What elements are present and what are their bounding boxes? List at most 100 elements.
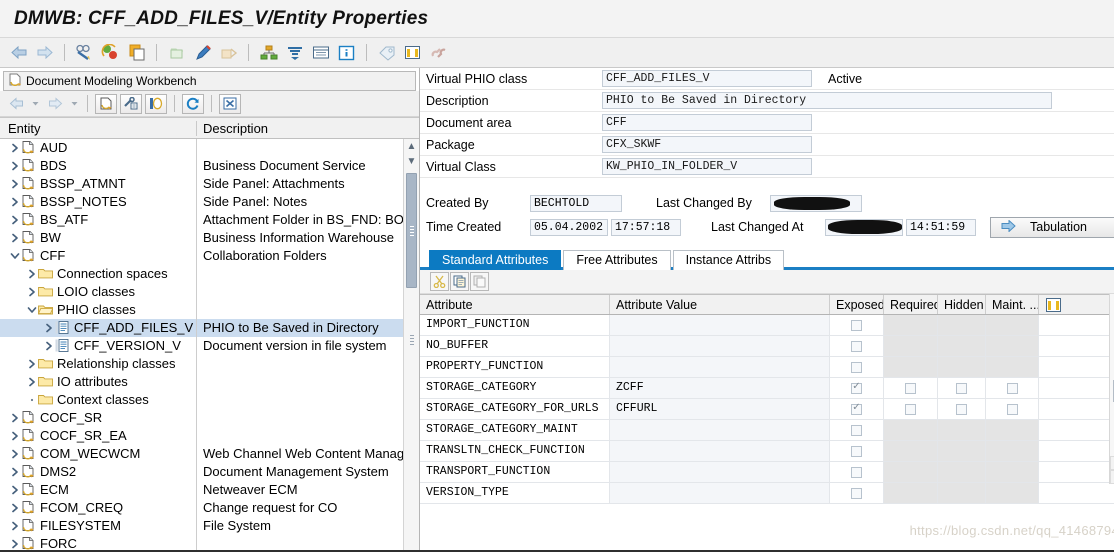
exposed-checkbox-cell[interactable] (830, 420, 884, 440)
maint-checkbox-cell[interactable] (986, 399, 1039, 419)
last-changed-at-date[interactable] (825, 218, 903, 236)
display-change-icon[interactable] (74, 42, 95, 63)
list-icon[interactable] (310, 42, 331, 63)
chevron-down-icon[interactable] (8, 252, 21, 260)
tree-forward-dropdown[interactable] (69, 94, 80, 114)
attribute-value-cell[interactable] (610, 462, 830, 482)
exposed-checkbox-cell[interactable] (830, 336, 884, 356)
table-row[interactable]: STORAGE_CATEGORY_FOR_URLS CFFURL ✓ (420, 399, 1114, 420)
tree-row[interactable]: CFF_VERSION_V Document version in file sy… (0, 337, 419, 355)
checkbox[interactable] (851, 424, 862, 436)
property-value-field[interactable]: CFX_SKWF (602, 136, 812, 153)
tree-row[interactable]: LOIO classes (0, 283, 419, 301)
tree-settings-icon[interactable] (120, 93, 142, 114)
tree-row[interactable]: CFF_ADD_FILES_V PHIO to Be Saved in Direc… (0, 319, 419, 337)
tree-back-icon[interactable] (5, 94, 27, 114)
checkbox[interactable] (956, 382, 967, 394)
tree-forward-icon[interactable] (44, 94, 66, 114)
chevron-right-icon[interactable] (42, 323, 55, 333)
attribute-value-cell[interactable] (610, 441, 830, 461)
cut-icon[interactable] (430, 272, 449, 291)
chevron-right-icon[interactable] (8, 143, 21, 153)
attribute-value-cell[interactable]: ZCFF (610, 378, 830, 398)
attribute-value-cell[interactable] (610, 315, 830, 335)
links-icon[interactable] (428, 42, 449, 63)
grid-column-header[interactable]: Maint. ... (986, 295, 1039, 314)
tree-refresh-icon[interactable] (182, 93, 204, 114)
chevron-right-icon[interactable] (8, 197, 21, 207)
tree-row[interactable]: BS_ATF Attachment Folder in BS_FND: BOPF (0, 211, 419, 229)
tree-object-icon[interactable] (145, 93, 167, 114)
exposed-checkbox-cell[interactable] (830, 315, 884, 335)
attribute-value-cell[interactable]: CFFURL (610, 399, 830, 419)
chevron-right-icon[interactable] (8, 413, 21, 423)
table-row[interactable]: STORAGE_CATEGORY_MAINT (420, 420, 1114, 441)
attribute-value-cell[interactable] (610, 483, 830, 503)
checkbox[interactable]: ✓ (851, 403, 862, 415)
table-row[interactable]: NO_BUFFER (420, 336, 1114, 357)
create-icon[interactable] (166, 42, 187, 63)
grid-column-header[interactable]: Required (884, 295, 938, 314)
attribute-value-cell[interactable] (610, 420, 830, 440)
chevron-right-icon[interactable] (25, 269, 38, 279)
tag-icon[interactable] (376, 42, 397, 63)
copy-icon[interactable] (450, 272, 469, 291)
tree-row[interactable]: IO attributes (0, 373, 419, 391)
exposed-checkbox-cell[interactable]: ✓ (830, 378, 884, 398)
chevron-right-icon[interactable] (8, 449, 21, 459)
exposed-checkbox-cell[interactable]: ✓ (830, 399, 884, 419)
activate-icon[interactable] (100, 42, 121, 63)
last-changed-at-time[interactable]: 14:51:59 (906, 218, 976, 236)
chevron-right-icon[interactable] (25, 359, 38, 369)
chevron-right-icon[interactable] (8, 467, 21, 477)
tree-scroll-down-arrow[interactable]: ▼ (404, 154, 419, 169)
grid-scroll-down-arrow[interactable]: ▼ (1110, 470, 1114, 484)
tree-row[interactable]: FILESYSTEM File System (0, 517, 419, 535)
tree-row[interactable]: Connection spaces (0, 265, 419, 283)
checkbox[interactable]: ✓ (851, 382, 862, 394)
tab-free-attributes[interactable]: Free Attributes (563, 250, 671, 270)
table-row[interactable]: VERSION_TYPE (420, 483, 1114, 504)
checkbox[interactable] (956, 403, 967, 415)
chevron-right-icon[interactable] (8, 215, 21, 225)
checkbox[interactable] (851, 319, 862, 331)
checkbox[interactable] (851, 466, 862, 478)
time-created-date[interactable]: 05.04.2002 (530, 218, 608, 236)
tabulation-button[interactable]: Tabulation (990, 216, 1114, 238)
checkbox[interactable] (905, 382, 916, 394)
move-icon[interactable] (218, 42, 239, 63)
chevron-right-icon[interactable] (8, 539, 21, 549)
chevron-right-icon[interactable] (8, 233, 21, 243)
checkbox[interactable] (905, 403, 916, 415)
tree-scroll-resize-grip[interactable] (410, 335, 414, 347)
last-changed-by-value[interactable] (770, 194, 862, 212)
checkbox[interactable] (851, 487, 862, 499)
chevron-right-icon[interactable] (8, 179, 21, 189)
grid-vertical-scrollbar[interactable]: ▲ ▼ (1109, 294, 1114, 484)
tree-vertical-scrollbar[interactable]: ▲ ▼ (403, 139, 419, 552)
tree-row[interactable]: PHIO classes (0, 301, 419, 319)
tree-row[interactable]: COCF_SR_EA (0, 427, 419, 445)
forward-icon[interactable] (34, 42, 55, 63)
tree-column-entity[interactable]: Entity (0, 121, 196, 136)
chevron-right-icon[interactable] (25, 287, 38, 297)
tree-scroll-up-arrow[interactable]: ▲ (404, 139, 419, 154)
maint-checkbox-cell[interactable] (986, 378, 1039, 398)
chevron-right-icon[interactable] (8, 503, 21, 513)
tree-row[interactable]: COCF_SR (0, 409, 419, 427)
property-value-field[interactable]: KW_PHIO_IN_FOLDER_V (602, 158, 812, 175)
grid-column-header[interactable]: Attribute (420, 295, 610, 314)
edit-pencil-icon[interactable] (192, 42, 213, 63)
hierarchy-icon[interactable] (258, 42, 279, 63)
exposed-checkbox-cell[interactable] (830, 483, 884, 503)
chevron-right-icon[interactable] (8, 521, 21, 531)
tree-row[interactable]: Context classes (0, 391, 419, 409)
sort-icon[interactable] (284, 42, 305, 63)
paste-icon[interactable] (470, 272, 489, 291)
tree-row[interactable]: BSSP_ATMNT Side Panel: Attachments (0, 175, 419, 193)
grid-column-header[interactable]: Attribute Value (610, 295, 830, 314)
tree-row[interactable]: AUD (0, 139, 419, 157)
tab-instance-attribs[interactable]: Instance Attribs (672, 250, 785, 270)
tree-scroll-thumb[interactable] (406, 173, 417, 288)
checkbox[interactable] (1006, 382, 1018, 394)
